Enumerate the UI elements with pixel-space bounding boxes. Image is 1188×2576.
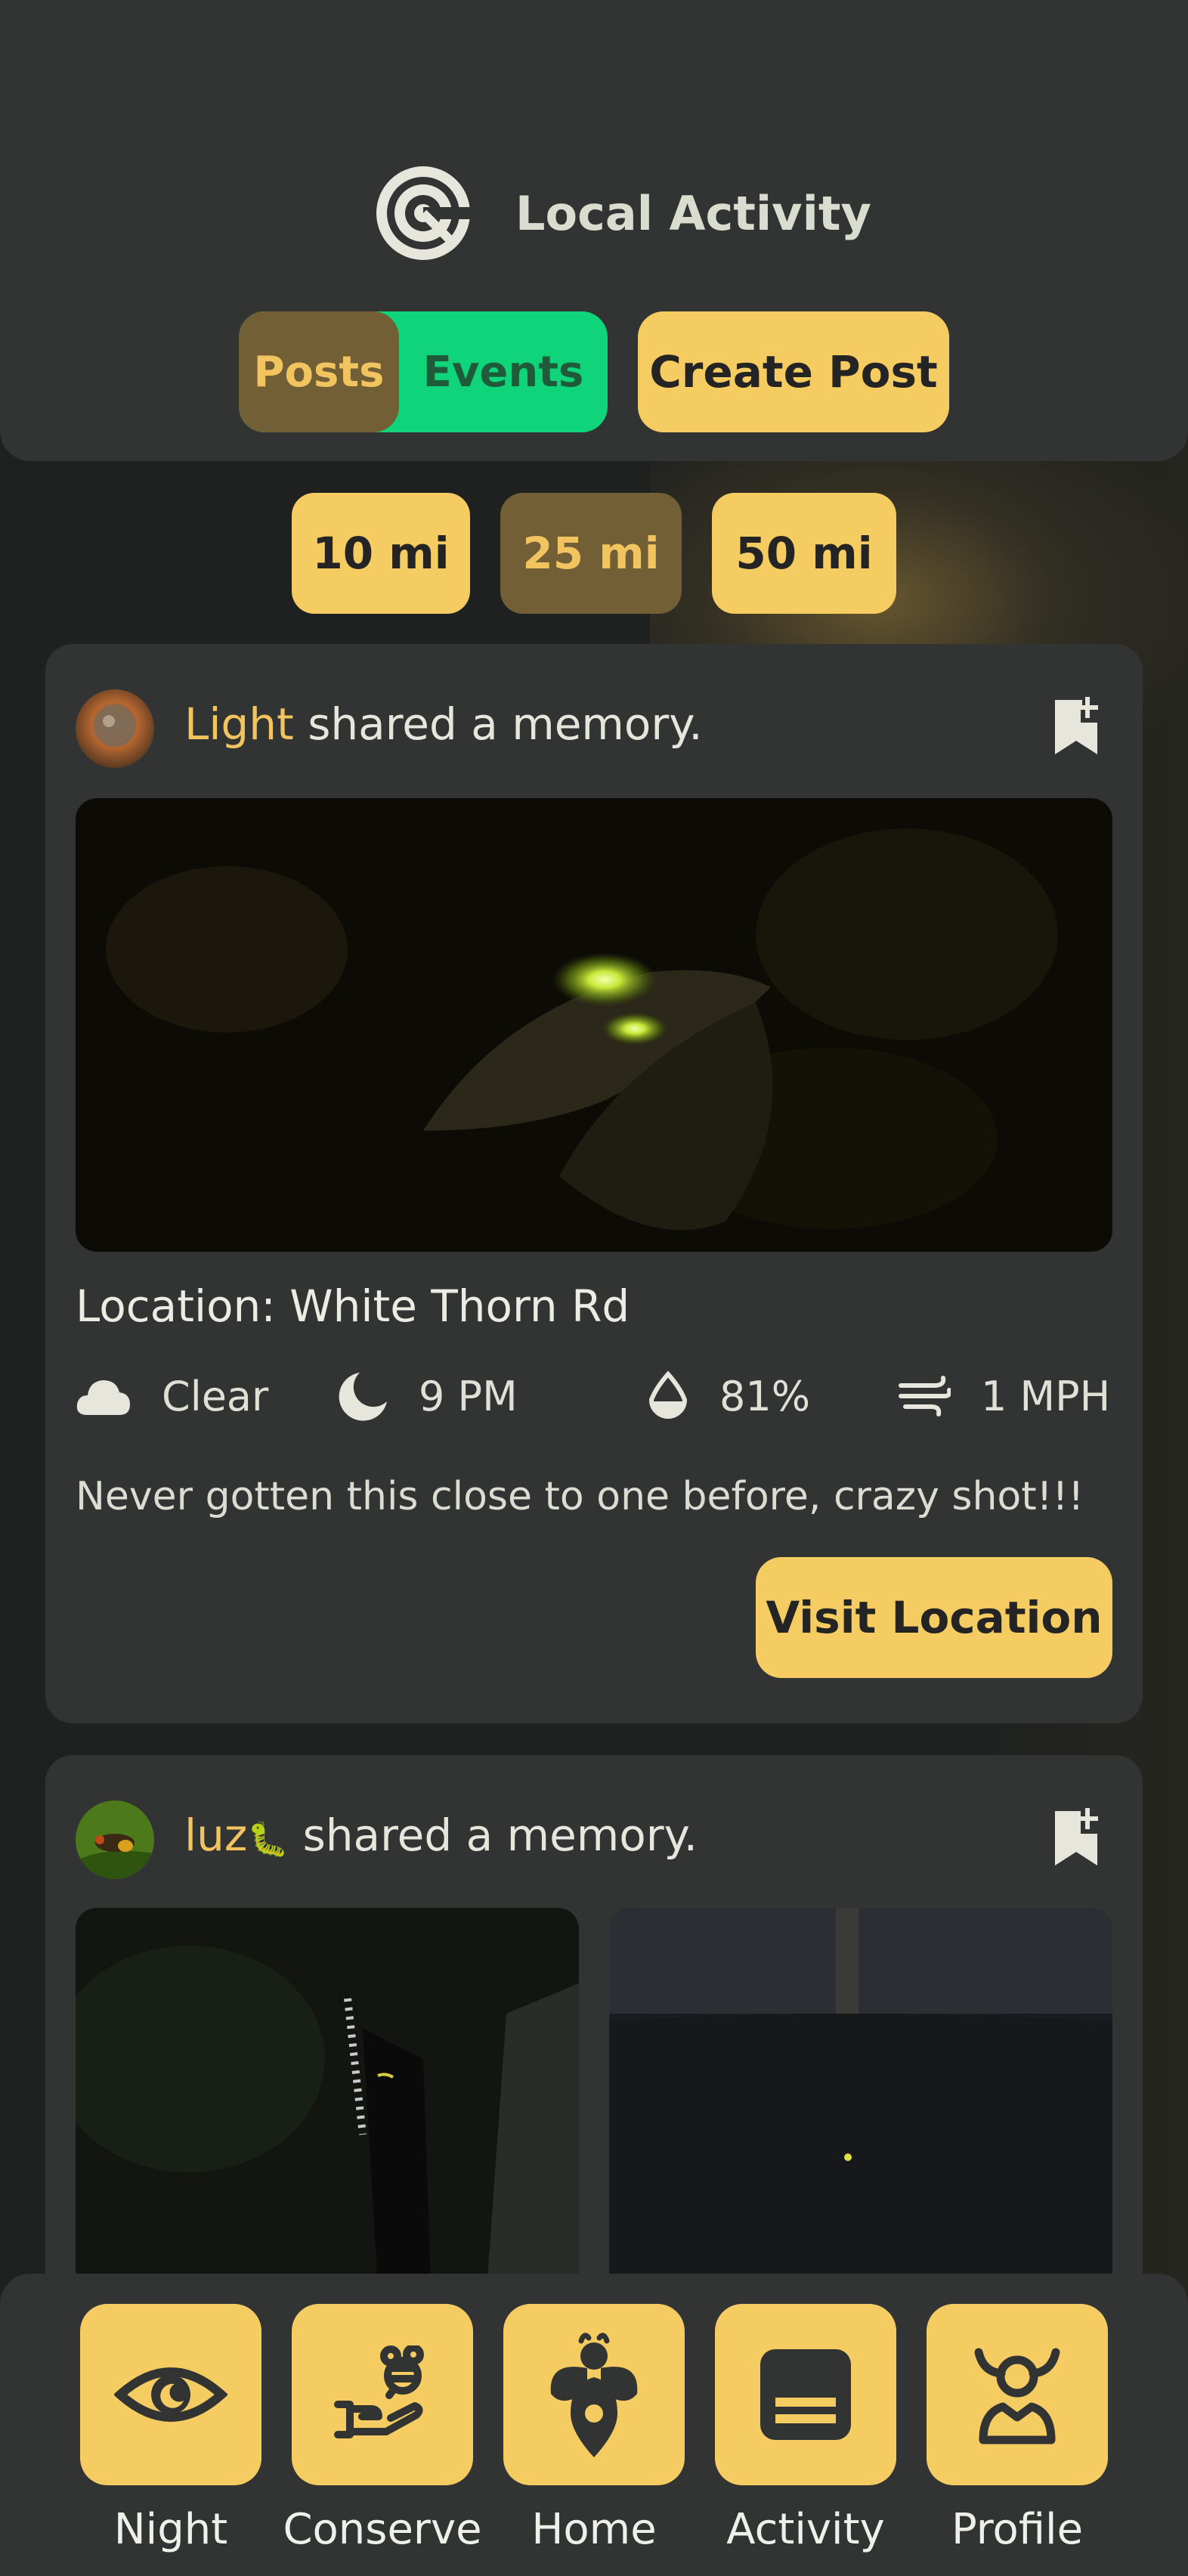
- nav-profile-button[interactable]: [927, 2304, 1108, 2485]
- nav-profile[interactable]: Profile: [927, 2304, 1108, 2554]
- page-title: Local Activity: [515, 185, 871, 241]
- water-drop-icon: [648, 1371, 688, 1419]
- wind-icon: [899, 1376, 951, 1416]
- nav-night[interactable]: Night: [80, 2304, 261, 2554]
- weather-row: Clear 9 PM 81% 1 MPH: [76, 1362, 1118, 1430]
- nav-label: Activity: [726, 2505, 885, 2554]
- nav-activity-button[interactable]: [715, 2304, 896, 2485]
- post-photo[interactable]: [76, 798, 1112, 1252]
- weather-wind-text: 1 MPH: [981, 1372, 1111, 1420]
- nav-home[interactable]: Home: [503, 2304, 685, 2554]
- nav-home-button[interactable]: [503, 2304, 685, 2485]
- avatar[interactable]: [76, 689, 154, 768]
- weather-humidity-text: 81%: [719, 1372, 811, 1420]
- nav-night-button[interactable]: [80, 2304, 261, 2485]
- tab-posts[interactable]: Posts: [239, 311, 399, 432]
- distance-10-button[interactable]: 10 mi: [292, 493, 470, 614]
- person-icon: [974, 2348, 1060, 2444]
- bottom-nav: Night Conserve Home Activity Profile: [0, 2274, 1188, 2576]
- post-card: Light shared a memory. Location: White T…: [45, 644, 1143, 1723]
- avatar[interactable]: [76, 1800, 154, 1879]
- username-emoji: 🐛: [247, 1820, 289, 1859]
- bookmark-add-icon[interactable]: [1052, 697, 1100, 757]
- tab-events[interactable]: Events: [399, 311, 608, 432]
- username[interactable]: Light: [184, 698, 294, 750]
- post-header-text: luz🐛 shared a memory.: [184, 1810, 698, 1861]
- nav-label: Home: [531, 2505, 657, 2554]
- weather-condition: Clear: [76, 1362, 268, 1430]
- distance-25-button[interactable]: 25 mi: [500, 493, 682, 614]
- post-location: Location: White Thorn Rd: [76, 1280, 630, 1332]
- nav-label: Profile: [951, 2505, 1084, 2554]
- post-comment: Never gotten this close to one before, c…: [76, 1474, 1084, 1519]
- header: Local Activity Posts Events Create Post: [0, 0, 1188, 461]
- bookmark-add-icon[interactable]: [1052, 1808, 1100, 1869]
- list-icon: [760, 2349, 851, 2440]
- username[interactable]: luz: [184, 1810, 247, 1861]
- eye-icon: [114, 2367, 227, 2422]
- weather-time-text: 9 PM: [419, 1372, 518, 1420]
- nav-activity[interactable]: Activity: [715, 2304, 896, 2554]
- nav-label: Conserve: [283, 2505, 482, 2554]
- weather-wind: 1 MPH: [898, 1362, 1110, 1430]
- nav-conserve[interactable]: Conserve: [283, 2304, 482, 2554]
- nav-conserve-button[interactable]: [292, 2304, 473, 2485]
- visit-location-button[interactable]: Visit Location: [756, 1557, 1112, 1678]
- distance-50-button[interactable]: 50 mi: [712, 493, 896, 614]
- weather-condition-text: Clear: [162, 1372, 269, 1420]
- post-action: shared a memory.: [302, 1810, 698, 1861]
- location-target-icon: [376, 166, 476, 260]
- post-header-text: Light shared a memory.: [184, 698, 703, 750]
- hand-bee-icon: [334, 2345, 424, 2438]
- weather-humidity: 81%: [647, 1362, 810, 1430]
- title-row: Local Activity: [370, 160, 871, 266]
- firefly-pin-icon: [550, 2333, 638, 2457]
- cloud-icon: [76, 1380, 130, 1415]
- nav-label: Night: [113, 2505, 228, 2554]
- posts-events-toggle[interactable]: Posts Events: [239, 311, 608, 432]
- weather-time: 9 PM: [339, 1362, 518, 1430]
- create-post-button[interactable]: Create Post: [638, 311, 949, 432]
- moon-icon: [339, 1373, 387, 1421]
- post-action: shared a memory.: [308, 698, 703, 750]
